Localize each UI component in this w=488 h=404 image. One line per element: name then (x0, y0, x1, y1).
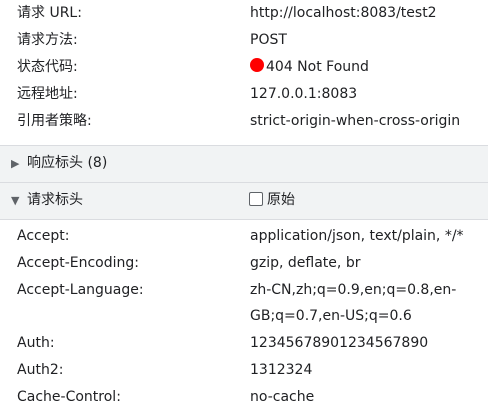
request-url-label: 请求 URL: (17, 5, 82, 21)
header-value[interactable]: no-cache (250, 384, 314, 404)
header-value[interactable]: 1312324 (250, 357, 312, 383)
remote-address-label: 远程地址: (17, 86, 78, 102)
request-method-value[interactable]: POST (250, 27, 287, 53)
header-row-cache-control: Cache-Control: no-cache (0, 384, 488, 404)
status-code-label: 状态代码: (17, 59, 78, 75)
header-name: Cache-Control: (17, 389, 121, 404)
header-name: Accept-Language: (17, 282, 144, 298)
remote-address-value[interactable]: 127.0.0.1:8083 (250, 81, 357, 107)
status-code-value-wrap: 404 Not Found (250, 54, 369, 80)
request-headers-title[interactable]: 请求标头 (27, 191, 83, 209)
request-headers-section[interactable]: ▼ 请求标头 原始 (0, 182, 488, 220)
header-row-accept-language: Accept-Language: zh-CN,zh;q=0.9,en;q=0.8… (0, 277, 488, 329)
header-row-auth: Auth: 12345678901234567890 (0, 330, 488, 356)
general-row-status-code: 状态代码: 404 Not Found (0, 54, 488, 80)
general-row-referrer-policy: 引用者策略: strict-origin-when-cross-origin (0, 108, 488, 134)
raw-checkbox[interactable] (249, 192, 263, 206)
general-row-remote-address: 远程地址: 127.0.0.1:8083 (0, 81, 488, 107)
header-value[interactable]: gzip, deflate, br (250, 250, 360, 276)
header-name: Accept: (17, 228, 70, 244)
request-method-label: 请求方法: (17, 32, 78, 48)
header-value[interactable]: application/json, text/plain, */* (250, 223, 464, 249)
referrer-policy-label: 引用者策略: (17, 113, 92, 129)
status-error-icon (250, 58, 264, 72)
header-row-auth2: Auth2: 1312324 (0, 357, 488, 383)
request-url-value[interactable]: http://localhost:8083/test2 (250, 1, 437, 25)
general-row-request-url: 请求 URL: http://localhost:8083/test2 (0, 1, 488, 25)
header-row-accept: Accept: application/json, text/plain, */… (0, 223, 488, 249)
response-headers-title[interactable]: 响应标头 (8) (27, 154, 107, 172)
header-name: Auth2: (17, 362, 64, 378)
header-row-accept-encoding: Accept-Encoding: gzip, deflate, br (0, 250, 488, 276)
header-value[interactable]: 12345678901234567890 (250, 330, 428, 356)
header-name: Auth: (17, 335, 55, 351)
header-name: Accept-Encoding: (17, 255, 140, 271)
raw-toggle[interactable]: 原始 (249, 191, 295, 209)
status-code-value[interactable]: 404 Not Found (266, 59, 369, 75)
referrer-policy-value[interactable]: strict-origin-when-cross-origin (250, 108, 460, 134)
raw-label[interactable]: 原始 (267, 192, 295, 208)
response-headers-section[interactable]: ▶ 响应标头 (8) (0, 145, 488, 183)
collapse-arrow-icon[interactable]: ▼ (11, 194, 19, 208)
header-value[interactable]: zh-CN,zh;q=0.9,en;q=0.8,en-GB;q=0.7,en-U… (250, 277, 470, 329)
devtools-headers-panel: 请求 URL: http://localhost:8083/test2 请求方法… (0, 0, 488, 404)
expand-arrow-icon[interactable]: ▶ (11, 157, 19, 171)
general-row-request-method: 请求方法: POST (0, 27, 488, 53)
